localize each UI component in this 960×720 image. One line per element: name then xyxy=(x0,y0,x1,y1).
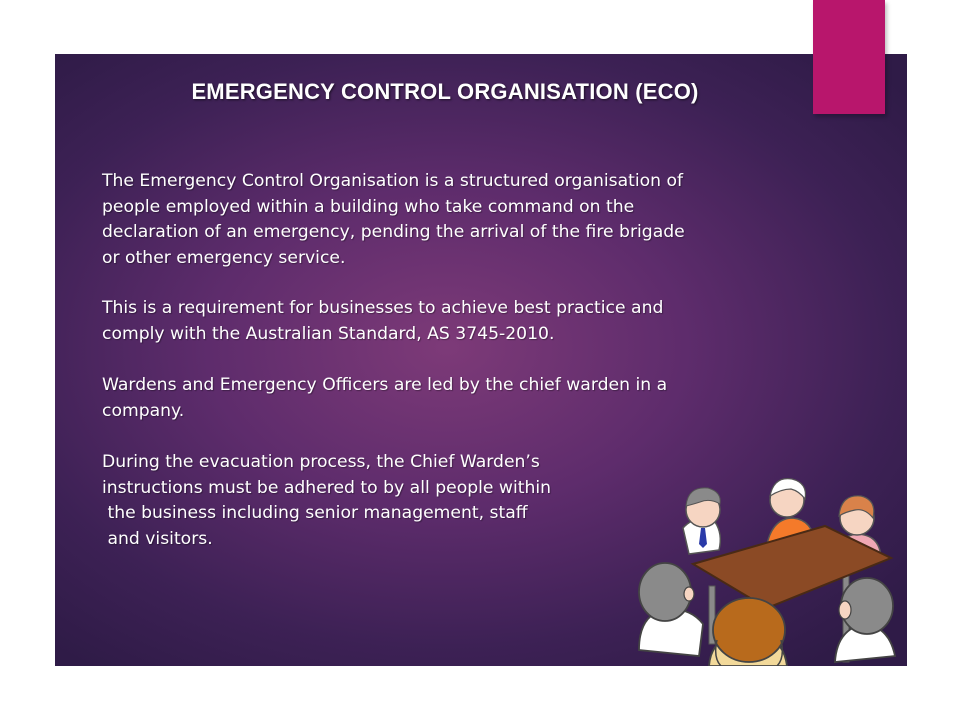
slide-title: EMERGENCY CONTROL ORGANISATION (ECO) xyxy=(191,79,699,104)
accent-bar xyxy=(813,0,885,114)
paragraph-evacuation: During the evacuation process, the Chief… xyxy=(102,450,662,552)
paragraph-line: This is a requirement for businesses to … xyxy=(102,298,664,318)
paragraph-line: people employed within a building who ta… xyxy=(102,196,635,217)
paragraph-line: The Emergency Control Organisation is a … xyxy=(102,171,684,191)
paragraph-line: Wardens and Emergency Officers are led b… xyxy=(102,375,668,395)
paragraph-line: During the evacuation process, the Chief… xyxy=(102,452,540,472)
paragraph-line: the business including senior management… xyxy=(102,503,528,523)
paragraph-wardens: Wardens and Emergency Officers are led b… xyxy=(102,373,822,424)
paragraph-line: instructions must be adhered to by all p… xyxy=(102,477,552,498)
paragraph-eco-definition: The Emergency Control Organisation is a … xyxy=(102,169,822,271)
paragraph-line: declaration of an emergency, pending the… xyxy=(102,222,685,242)
paragraph-line: company. xyxy=(102,400,185,421)
slide: EMERGENCY CONTROL ORGANISATION (ECO) The… xyxy=(55,54,907,666)
paragraph-line: or other emergency service. xyxy=(102,247,346,268)
paragraph-requirement: This is a requirement for businesses to … xyxy=(102,296,822,347)
meeting-table-people-icon xyxy=(638,478,897,666)
paragraph-line: and visitors. xyxy=(102,528,213,549)
paragraph-line: comply with the Australian Standard, AS … xyxy=(102,323,555,344)
